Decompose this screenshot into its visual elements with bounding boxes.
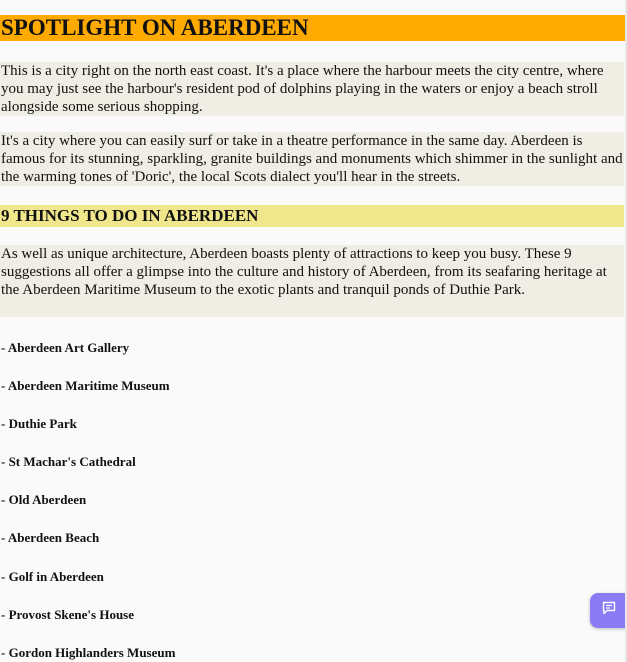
list-item: - Aberdeen Maritime Museum: [1, 378, 170, 394]
section-heading: 9 THINGS TO DO IN ABERDEEN: [0, 205, 624, 227]
things-to-do-list: - Aberdeen Art Gallery - Aberdeen Mariti…: [1, 340, 175, 662]
list-item: - Duthie Park: [1, 416, 77, 432]
chat-widget-button[interactable]: [590, 593, 627, 628]
list-item: - Provost Skene's House: [1, 606, 135, 622]
intro-paragraph-2: It's a city where you can easily surf or…: [0, 132, 624, 186]
list-item: - St Machar's Cathedral: [1, 454, 136, 470]
intro-paragraph-1: This is a city right on the north east c…: [0, 62, 624, 116]
list-item: - Aberdeen Art Gallery: [1, 340, 130, 355]
chat-bubble-icon: [601, 600, 617, 621]
page-title: SPOTLIGHT ON ABERDEEN: [0, 15, 625, 41]
list-item: - Aberdeen Beach: [1, 530, 100, 546]
list-item: - Old Aberdeen: [1, 492, 87, 508]
list-item: - Golf in Aberdeen: [1, 568, 104, 584]
page: SPOTLIGHT ON ABERDEEN This is a city rig…: [0, 0, 627, 662]
list-item: - Gordon Highlanders Museum: [1, 644, 176, 660]
section-paragraph: As well as unique architecture, Aberdeen…: [0, 245, 624, 317]
